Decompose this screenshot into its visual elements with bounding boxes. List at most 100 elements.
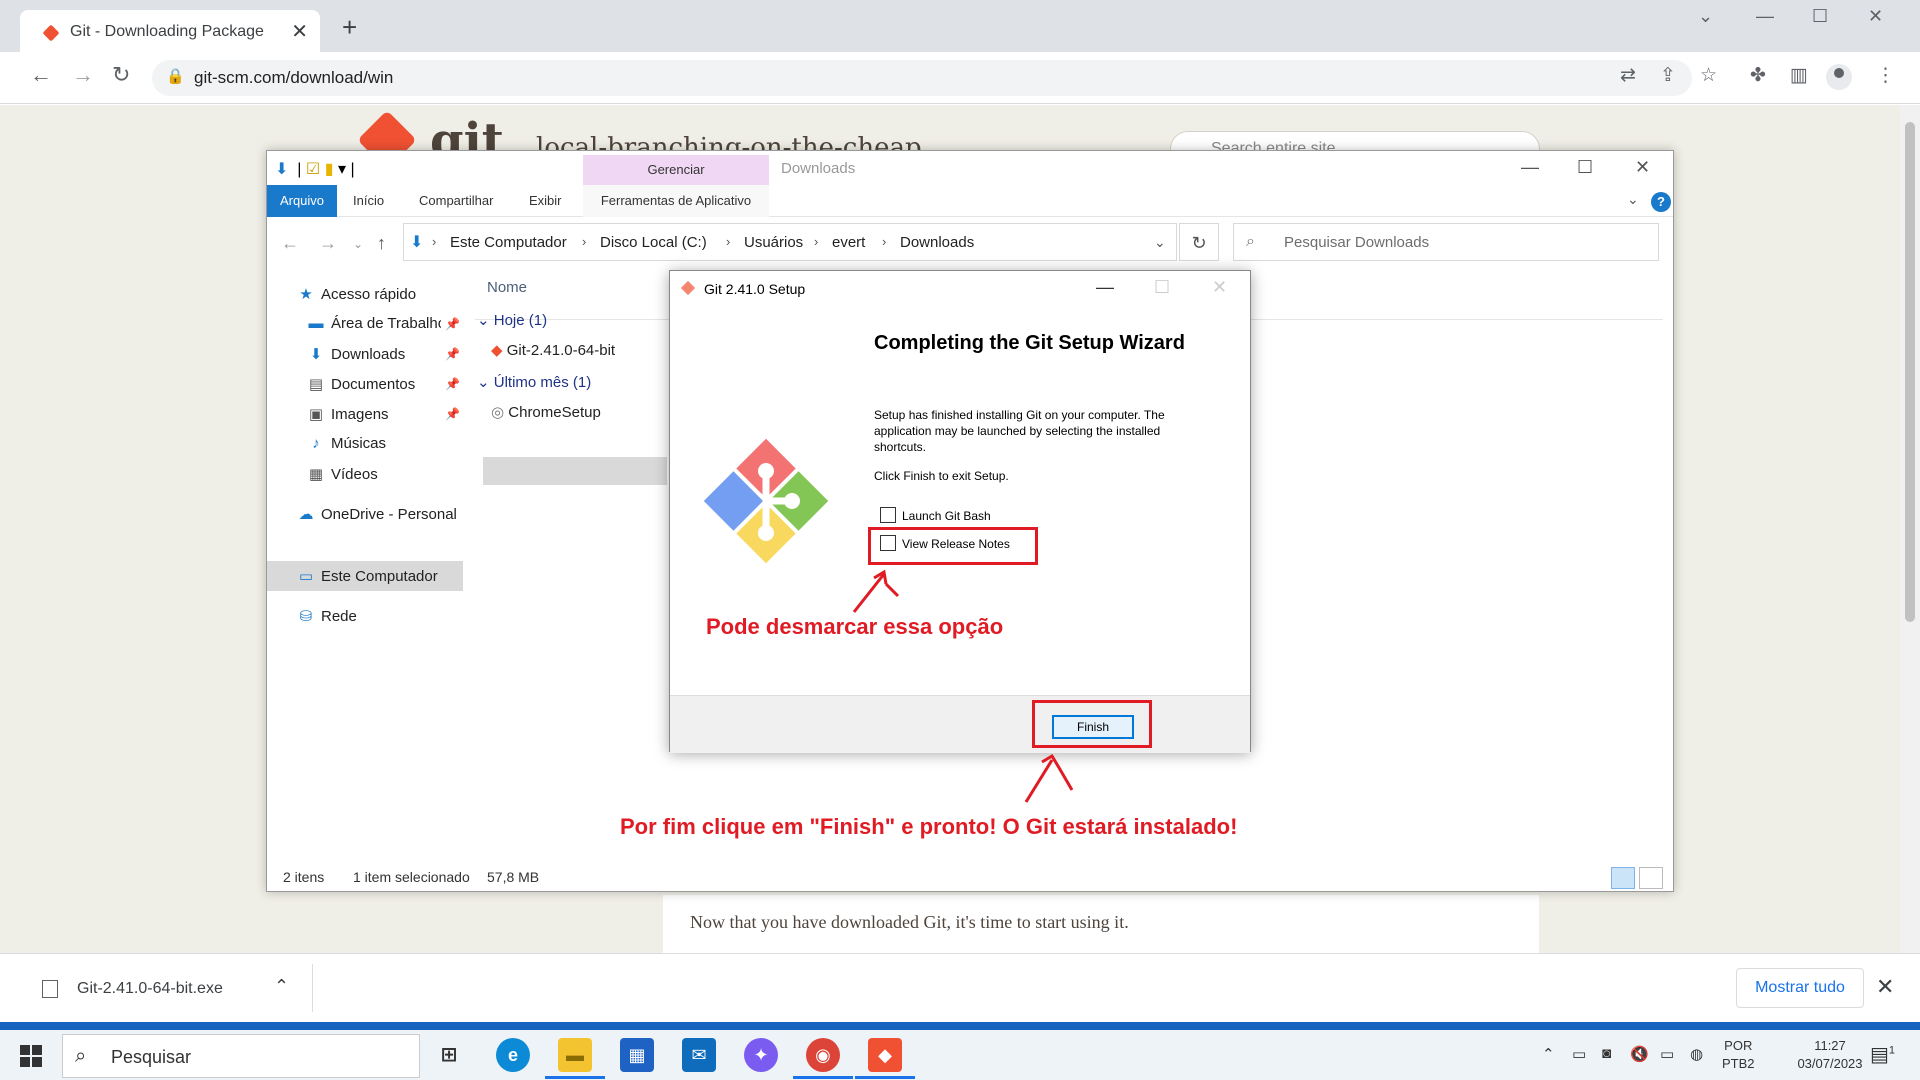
maximize-icon[interactable]: ☐ [1812,6,1828,27]
breadcrumb-este-computador[interactable]: Este Computador [450,234,567,251]
explorer-maximize-icon[interactable]: ☐ [1577,157,1593,178]
breadcrumb-usuarios[interactable]: Usuários [744,234,803,251]
store-icon[interactable]: ▦ [620,1038,654,1072]
tab-arquivo[interactable]: Arquivo [267,185,337,217]
details-view-icon[interactable] [1611,867,1635,889]
language-indicator[interactable]: POR PTB2 [1722,1037,1755,1073]
display-icon[interactable]: ▭ [1660,1045,1674,1063]
download-file-name[interactable]: Git-2.41.0-64-bit.exe [77,980,223,998]
webcam-icon[interactable]: ◙ [1602,1045,1611,1062]
nav-onedrive[interactable]: ☁ OneDrive - Personal [297,505,457,523]
new-tab-button[interactable]: + [342,12,357,43]
nav-videos[interactable]: ▦ Vídeos [307,465,378,483]
windows-start-icon[interactable] [20,1045,42,1067]
explorer-address-bar[interactable]: ⬇ › Este Computador › Disco Local (C:) ›… [403,223,1177,261]
url-text[interactable]: git-scm.com/download/win [194,68,393,88]
column-header-nome[interactable]: Nome [487,279,527,296]
explorer-refresh-icon[interactable]: ↻ [1179,223,1219,261]
folder-icon[interactable]: ▮ [325,161,334,178]
group-ultimo-mes[interactable]: ⌄ Último mês (1) [477,373,591,391]
explorer-search-input[interactable]: ⌕ Pesquisar Downloads [1233,223,1659,261]
browser-tab[interactable]: Git - Downloading Package ✕ [20,10,320,52]
dialog-minimize-icon[interactable]: — [1096,277,1114,298]
scrollbar-thumb[interactable] [1905,122,1915,622]
nav-area-de-trabalho[interactable]: ▬ Área de Trabalho [307,315,442,332]
properties-icon[interactable]: ☑ [306,161,320,178]
nav-este-computador[interactable]: ▭ Este Computador [297,567,438,585]
close-window-icon[interactable]: ✕ [1868,6,1883,27]
large-icons-view-icon[interactable] [1639,867,1663,889]
extensions-icon[interactable]: ✤ [1750,64,1766,87]
tab-compartilhar[interactable]: Compartilhar [419,193,493,208]
recent-locations-icon[interactable]: ⌄ [353,237,363,251]
taskbar-search-input[interactable]: ⌕ Pesquisar [62,1034,420,1078]
breadcrumb-downloads[interactable]: Downloads [900,234,974,251]
explorer-forward-icon[interactable]: → [319,233,337,254]
breadcrumb-separator[interactable]: › [882,234,886,249]
page-scrollbar[interactable] [1900,105,1920,953]
group-hoje[interactable]: ⌄ Hoje (1) [477,311,547,329]
help-icon[interactable]: ? [1651,192,1671,212]
breadcrumb-evert[interactable]: evert [832,234,865,251]
nav-documentos[interactable]: ▤ Documentos [307,375,415,393]
back-icon[interactable]: ← [30,62,52,88]
profile-avatar[interactable] [1826,64,1852,90]
address-bar[interactable]: 🔒 git-scm.com/download/win [152,60,1692,96]
lock-icon[interactable]: 🔒 [166,67,185,85]
pin-icon[interactable]: 📌 [445,347,460,361]
forward-icon[interactable]: → [72,62,94,88]
translate-icon[interactable]: ⇄ [1620,64,1636,87]
clock[interactable]: 11:27 03/07/2023 [1790,1037,1870,1073]
close-download-bar-icon[interactable]: ✕ [1876,974,1894,1000]
chevron-up-icon[interactable]: ⌃ [274,976,289,997]
tab-inicio[interactable]: Início [353,193,384,208]
copilot-icon[interactable]: ✦ [744,1038,778,1072]
nav-acesso-rapido[interactable]: ★ Acesso rápido [297,285,416,303]
nav-rede[interactable]: ⛁ Rede [297,607,357,625]
breadcrumb-disco-local[interactable]: Disco Local (C:) [600,234,707,251]
bookmark-star-icon[interactable]: ☆ [1700,64,1717,87]
breadcrumb-separator[interactable]: › [814,234,818,249]
task-view-icon[interactable]: ⊞ [432,1038,466,1072]
breadcrumb-separator[interactable]: › [432,234,436,249]
breadcrumb-separator[interactable]: › [582,234,586,249]
volume-muted-icon[interactable]: 🔇 [1630,1045,1649,1063]
download-arrow-icon[interactable]: ⬇ [275,161,288,178]
chrome-icon[interactable]: ◉ [806,1038,840,1072]
up-folder-icon[interactable]: ↑ [377,233,386,254]
tab-ferramentas-aplicativo[interactable]: Ferramentas de Aplicativo [583,185,769,217]
explorer-close-icon[interactable]: ✕ [1635,157,1650,178]
mail-icon[interactable]: ✉ [682,1038,716,1072]
nav-imagens[interactable]: ▣ Imagens [307,405,389,423]
show-all-button[interactable]: Mostrar tudo [1736,968,1864,1008]
address-dropdown-icon[interactable]: ⌄ [1154,234,1166,251]
chevron-down-icon[interactable]: ⌄ [477,374,490,391]
nav-downloads[interactable]: ⬇ Downloads [307,345,406,363]
show-hidden-icons-icon[interactable]: ⌃ [1542,1045,1555,1063]
nav-musicas[interactable]: ♪ Músicas [307,435,386,452]
share-icon[interactable]: ⇪ [1660,64,1676,87]
launch-git-bash-label[interactable]: Launch Git Bash [902,509,991,523]
quick-access-toolbar[interactable]: ⬇ | ☑ ▮ ▾ | [275,159,355,179]
network-tray-icon[interactable]: ◍ [1690,1045,1703,1063]
side-panel-icon[interactable]: ▥ [1790,64,1808,87]
chevron-down-icon[interactable]: ⌄ [477,312,490,329]
launch-git-bash-checkbox[interactable] [880,507,896,523]
pin-icon[interactable]: 📌 [445,407,460,421]
explorer-minimize-icon[interactable]: — [1521,157,1539,178]
pin-icon[interactable]: 📌 [445,317,460,331]
tab-exibir[interactable]: Exibir [529,193,562,208]
edge-icon[interactable]: e [496,1038,530,1072]
breadcrumb-separator[interactable]: › [726,234,730,249]
menu-kebab-icon[interactable]: ⋮ [1876,64,1895,87]
notifications-icon[interactable]: ▤1 [1870,1042,1895,1067]
tab-search-icon[interactable]: ⌄ [1698,6,1713,27]
reload-icon[interactable]: ↻ [112,62,130,88]
file-explorer-icon[interactable]: ▬ [558,1038,592,1072]
customize-qat-icon[interactable]: ▾ [338,161,346,178]
minimize-icon[interactable]: — [1756,6,1774,27]
ribbon-expand-icon[interactable]: ⌄ [1627,191,1639,208]
file-git-installer[interactable]: ◆ Git-2.41.0-64-bit [491,341,615,359]
git-setup-taskbar-icon[interactable]: ◆ [868,1038,902,1072]
file-chromesetup[interactable]: ◎ ChromeSetup [491,403,601,421]
